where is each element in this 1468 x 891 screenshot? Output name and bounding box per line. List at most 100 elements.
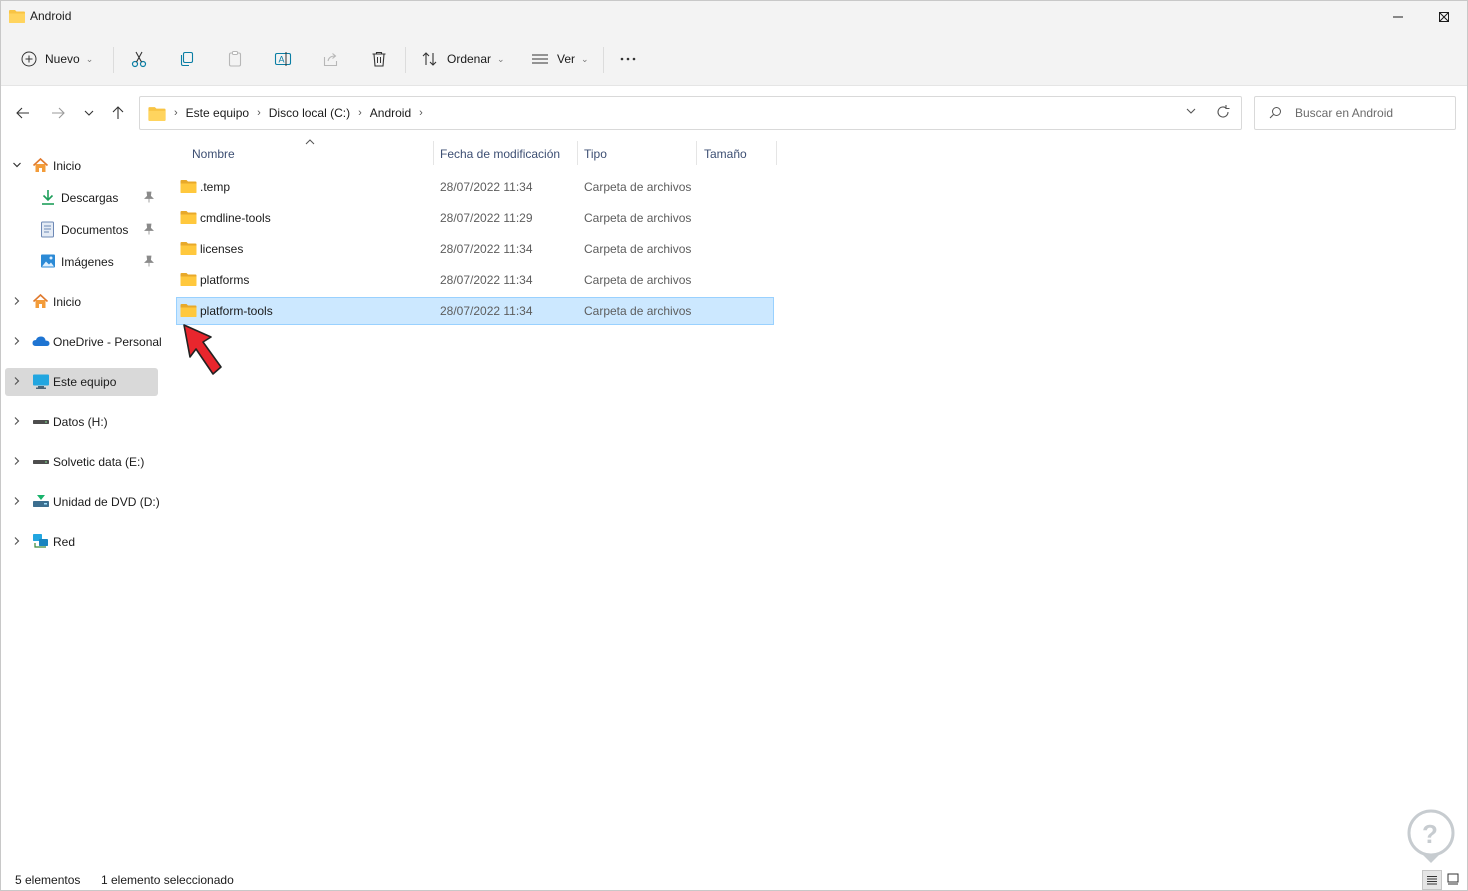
address-bar[interactable]: › Este equipo › Disco local (C:) › Andro… (139, 96, 1242, 130)
title-bar: Android (1, 1, 1467, 33)
sidebar-item-solvetic-e[interactable]: Solvetic data (E:) (5, 448, 158, 476)
file-name: cmdline-tools (200, 211, 271, 225)
drive-icon (33, 460, 49, 464)
search-icon (1269, 106, 1282, 122)
delete-button[interactable] (370, 43, 388, 75)
copy-button[interactable] (178, 43, 196, 75)
sidebar-item-onedrive[interactable]: OneDrive - Personal (5, 328, 162, 356)
sidebar-item-imagenes[interactable]: Imágenes (5, 248, 158, 276)
chevron-right-icon[interactable]: › (356, 107, 364, 119)
column-header-label: Tamaño (704, 147, 747, 161)
sort-button[interactable]: Ordenar ⌄ (421, 43, 505, 75)
paste-button[interactable] (226, 43, 244, 75)
folder-icon (9, 9, 25, 26)
chevron-right-icon[interactable] (12, 296, 22, 306)
up-button[interactable] (107, 102, 129, 124)
sidebar-item-label: Red (53, 535, 76, 549)
sidebar-item-inicio-2[interactable]: Inicio (5, 288, 158, 316)
file-name: platforms (200, 273, 250, 287)
column-header-name[interactable]: Nombre (192, 141, 235, 167)
pictures-icon (41, 254, 55, 268)
chevron-right-icon[interactable] (12, 376, 22, 386)
share-button[interactable] (322, 43, 340, 75)
folder-icon (180, 242, 197, 255)
sort-ascending-icon (305, 139, 315, 145)
column-header-date[interactable]: Fecha de modificación (440, 141, 560, 167)
breadcrumb-item[interactable]: Este equipo (180, 106, 255, 120)
command-bar: Nuevo ⌄ A Ordenar ⌄ Ver ⌄ (1, 33, 1467, 86)
trash-icon (372, 51, 386, 67)
chevron-right-icon[interactable] (12, 536, 22, 546)
file-row[interactable]: platforms 28/07/2022 11:34 Carpeta de ar… (176, 266, 774, 294)
file-row-selected[interactable]: platform-tools 28/07/2022 11:34 Carpeta … (176, 297, 774, 325)
breadcrumb-item[interactable]: Android (364, 106, 417, 120)
chevron-right-icon[interactable] (12, 416, 22, 426)
recent-locations-button[interactable] (78, 102, 100, 124)
refresh-button[interactable] (1215, 104, 1231, 123)
file-row[interactable]: cmdline-tools 28/07/2022 11:29 Carpeta d… (176, 204, 774, 232)
minimize-button[interactable] (1375, 1, 1421, 33)
breadcrumb: › Este equipo › Disco local (C:) › Andro… (148, 97, 425, 129)
sidebar-item-label: Solvetic data (E:) (53, 455, 145, 469)
drive-icon (33, 420, 49, 424)
window-title: Android (30, 9, 72, 23)
sidebar-item-datos-h[interactable]: Datos (H:) (5, 408, 158, 436)
sidebar-item-label: Unidad de DVD (D:) (53, 495, 160, 509)
details-view-button[interactable] (1422, 870, 1442, 890)
chevron-right-icon[interactable] (12, 496, 22, 506)
forward-button[interactable] (47, 102, 69, 124)
file-row[interactable]: .temp 28/07/2022 11:34 Carpeta de archiv… (176, 173, 774, 201)
view-button[interactable]: Ver ⌄ (531, 43, 589, 75)
folder-icon (180, 273, 197, 286)
status-bar: 5 elementos 1 elemento seleccionado (1, 867, 1467, 890)
column-divider[interactable] (433, 141, 434, 165)
file-name: .temp (200, 180, 231, 194)
column-header-type[interactable]: Tipo (584, 141, 607, 167)
chevron-down-icon: ⌄ (497, 53, 505, 64)
file-row[interactable]: licenses 28/07/2022 11:34 Carpeta de arc… (176, 235, 774, 263)
documents-icon (41, 221, 54, 238)
sort-icon (422, 52, 437, 66)
sidebar-item-documentos[interactable]: Documentos (5, 216, 158, 244)
breadcrumb-item[interactable]: Disco local (C:) (263, 106, 356, 120)
chevron-right-icon[interactable]: › (172, 107, 180, 119)
address-history-button[interactable] (1185, 105, 1197, 120)
chevron-right-icon[interactable]: › (417, 107, 425, 119)
folder-icon (180, 304, 197, 317)
dvd-icon (33, 495, 49, 507)
rename-icon: A (274, 52, 292, 66)
sidebar-item-descargas[interactable]: Descargas (5, 184, 158, 212)
chevron-right-icon[interactable] (12, 336, 22, 346)
cut-button[interactable] (130, 43, 148, 75)
sidebar-item-red[interactable]: Red (5, 528, 158, 556)
close-icon (1439, 12, 1449, 22)
back-button[interactable] (12, 102, 34, 124)
toolbar-divider (405, 47, 406, 73)
close-button[interactable] (1421, 1, 1467, 33)
svg-text:A: A (279, 55, 285, 65)
large-icons-view-button[interactable] (1444, 870, 1462, 888)
tiles-view-icon (1447, 873, 1459, 885)
computer-icon (33, 374, 49, 389)
chevron-down-icon[interactable] (12, 160, 22, 170)
chevron-right-icon[interactable] (12, 456, 22, 466)
view-icon (532, 54, 548, 64)
sidebar-item-dvd-d[interactable]: Unidad de DVD (D:) (5, 488, 160, 516)
column-divider[interactable] (776, 141, 777, 165)
sidebar-item-inicio[interactable]: Inicio (5, 152, 158, 180)
new-button[interactable]: Nuevo ⌄ (21, 43, 93, 75)
refresh-icon (1217, 105, 1230, 118)
sidebar-item-este-equipo[interactable]: Este equipo (5, 368, 158, 396)
file-date: 28/07/2022 11:34 (440, 273, 533, 287)
column-header-size[interactable]: Tamaño (704, 141, 747, 167)
arrow-right-icon (52, 107, 65, 119)
more-options-button[interactable] (619, 43, 637, 75)
chevron-right-icon[interactable]: › (255, 107, 263, 119)
column-divider[interactable] (696, 141, 697, 165)
rename-button[interactable]: A (274, 43, 292, 75)
home-icon (32, 293, 49, 308)
column-header-label: Nombre (192, 147, 235, 161)
chevron-down-icon (1186, 108, 1196, 114)
search-input[interactable]: Buscar en Android (1254, 96, 1456, 130)
column-divider[interactable] (577, 141, 578, 165)
